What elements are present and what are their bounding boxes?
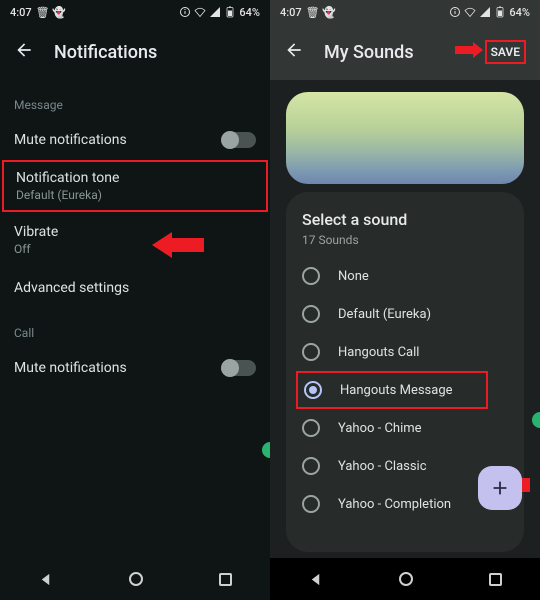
notification-tone-row[interactable]: Notification tone Default (Eureka) — [2, 160, 268, 212]
battery-percent: 64% — [239, 6, 260, 19]
plus-icon — [489, 477, 511, 499]
vibrate-label: Vibrate — [14, 224, 58, 240]
status-time: 4:07 — [280, 6, 302, 19]
signal-icon — [209, 6, 221, 18]
sound-option-hangouts-message[interactable]: Hangouts Message — [296, 371, 488, 409]
sound-option-yahoo-chime[interactable]: Yahoo - Chime — [302, 409, 508, 447]
status-icons: 🗑 👻 — [36, 6, 66, 19]
sound-preview-card — [286, 92, 524, 184]
header: My Sounds SAVE — [270, 24, 540, 80]
content-area: Message Mute notifications Notification … — [0, 80, 270, 558]
page-title: Notifications — [54, 42, 157, 63]
radio-icon — [302, 343, 320, 361]
notifications-screen: 4:07 🗑 👻 64% Notifications Message Mute … — [0, 0, 270, 600]
save-button[interactable]: SAVE — [485, 40, 526, 64]
add-sound-fab[interactable] — [478, 466, 522, 510]
radio-icon — [302, 267, 320, 285]
battery-icon — [494, 6, 506, 18]
section-label-message: Message — [0, 80, 270, 120]
mute-label: Mute notifications — [14, 132, 127, 148]
sound-label: Yahoo - Classic — [338, 459, 427, 474]
signal-icon — [479, 6, 491, 18]
battery-percent: 64% — [509, 6, 530, 19]
status-bar: 4:07 🗑 👻 64% — [270, 0, 540, 24]
nav-recent-icon[interactable] — [489, 573, 502, 586]
advanced-label: Advanced settings — [14, 280, 129, 296]
call-mute-row[interactable]: Mute notifications — [0, 348, 270, 388]
status-icons: 🗑 👻 — [306, 6, 336, 19]
nav-home-icon[interactable] — [399, 572, 413, 586]
sound-label: Yahoo - Completion — [338, 497, 451, 512]
status-bar: 4:07 🗑 👻 64% — [0, 0, 270, 24]
advanced-settings-row[interactable]: Advanced settings — [0, 268, 270, 308]
sound-label: Hangouts Message — [340, 383, 453, 398]
content-area: Select a sound 17 Sounds None Default (E… — [270, 80, 540, 558]
sound-label: Default (Eureka) — [338, 307, 431, 322]
tone-label: Notification tone — [16, 170, 119, 186]
select-sound-title: Select a sound — [302, 210, 508, 229]
nav-recent-icon[interactable] — [219, 573, 232, 586]
sound-label: Yahoo - Chime — [338, 421, 422, 436]
battery-icon — [224, 6, 236, 18]
back-button[interactable] — [14, 40, 34, 64]
info-icon — [449, 6, 461, 18]
radio-icon — [302, 305, 320, 323]
sound-label: Hangouts Call — [338, 345, 419, 360]
sound-option-none[interactable]: None — [302, 257, 508, 295]
floating-dot-icon — [262, 442, 270, 458]
page-title: My Sounds — [324, 42, 414, 63]
my-sounds-screen: 4:07 🗑 👻 64% My Sounds SAVE Select a sou… — [270, 0, 540, 600]
vibrate-value: Off — [14, 242, 58, 256]
status-time: 4:07 — [10, 6, 32, 19]
mute-notifications-row[interactable]: Mute notifications — [0, 120, 270, 160]
tone-value: Default (Eureka) — [16, 188, 119, 202]
annotation-arrow-icon — [152, 232, 204, 262]
header: Notifications — [0, 24, 270, 80]
nav-back-icon[interactable] — [38, 572, 53, 587]
radio-icon — [302, 457, 320, 475]
nav-bar — [0, 558, 270, 600]
status-right-icons: 64% — [179, 6, 260, 19]
annotation-arrow-icon — [455, 42, 483, 62]
mute-toggle[interactable] — [222, 132, 256, 148]
call-mute-label: Mute notifications — [14, 360, 127, 376]
radio-icon — [302, 495, 320, 513]
back-button[interactable] — [284, 40, 304, 64]
sound-option-default[interactable]: Default (Eureka) — [302, 295, 508, 333]
radio-icon — [302, 419, 320, 437]
nav-home-icon[interactable] — [129, 572, 143, 586]
nav-bar — [270, 558, 540, 600]
radio-icon — [304, 381, 322, 399]
sound-option-hangouts-call[interactable]: Hangouts Call — [302, 333, 508, 371]
info-icon — [179, 6, 191, 18]
wifi-icon — [194, 6, 206, 18]
sound-label: None — [338, 269, 369, 284]
call-mute-toggle[interactable] — [222, 360, 256, 376]
floating-dot-icon — [532, 412, 540, 428]
select-sound-count: 17 Sounds — [302, 233, 508, 247]
nav-back-icon[interactable] — [308, 572, 323, 587]
wifi-icon — [464, 6, 476, 18]
vibrate-row[interactable]: Vibrate Off — [0, 212, 270, 268]
status-right-icons: 64% — [449, 6, 530, 19]
section-label-call: Call — [0, 308, 270, 348]
